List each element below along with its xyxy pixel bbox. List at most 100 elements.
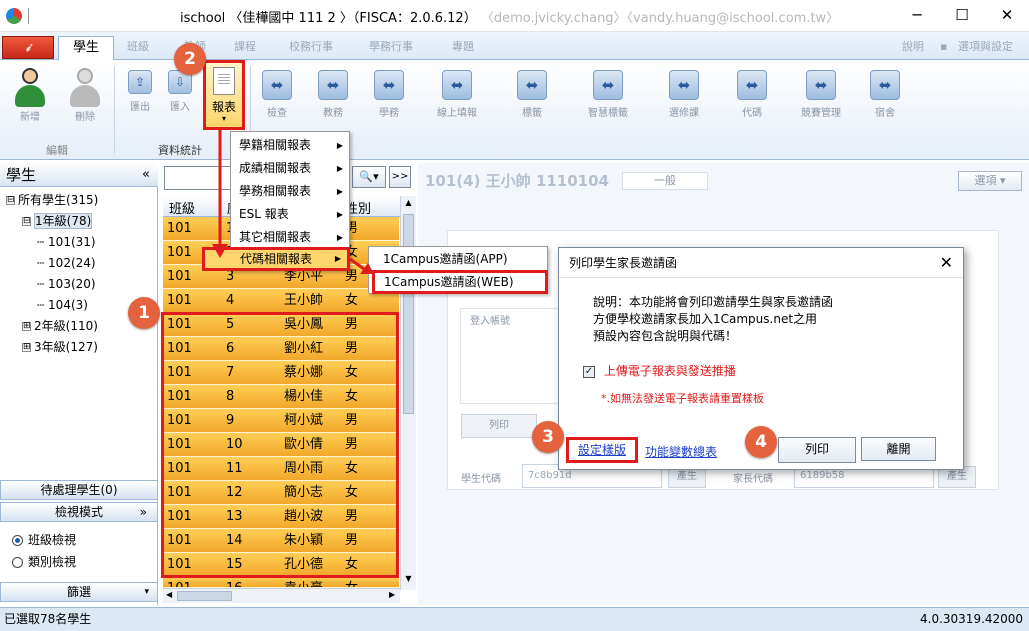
tab-course[interactable]: 課程	[228, 36, 262, 60]
table-row[interactable]: 101 4 王小帥 女	[163, 289, 399, 313]
options-link[interactable]: 選項與設定	[952, 36, 1019, 60]
group-label-edit: 編輯	[46, 144, 68, 157]
view-mode-label: 檢視模式	[54, 505, 103, 519]
upload-checkbox-label: 上傳電子報表與發送推播	[603, 364, 736, 378]
tag-button[interactable]: ⬌ 標籤	[502, 66, 562, 138]
collapse-icon[interactable]: ⊟	[22, 217, 31, 226]
online-fill-button[interactable]: ⬌ 線上填報	[422, 66, 492, 138]
pending-students-button[interactable]: 待處理學生(0)	[0, 480, 158, 500]
scroll-left-icon[interactable]: ◀	[166, 590, 172, 599]
tree-node-label: 103(20)	[48, 277, 96, 291]
tab-student[interactable]: 學生	[58, 36, 115, 60]
print-button[interactable]: 列印	[778, 437, 856, 463]
field-variables-link[interactable]: 功能變數總表	[645, 443, 717, 460]
upload-checkbox[interactable]: ✓ 上傳電子報表與發送推播	[583, 362, 736, 379]
filter-label: 篩選	[66, 585, 91, 599]
login-account-label: 登入帳號	[470, 316, 510, 327]
hscroll-thumb[interactable]	[177, 591, 232, 601]
tab-student-affairs[interactable]: 學務行事	[363, 36, 419, 60]
checkbox-checked-icon: ✓	[583, 365, 595, 378]
col-class[interactable]: 班級	[169, 198, 195, 217]
field-variables-label: 功能變數總表	[645, 445, 718, 459]
view-mode-header[interactable]: 檢視模式 »	[0, 502, 158, 522]
scroll-up-icon[interactable]: ▲	[403, 198, 414, 210]
dialog-desc-line1: 說明：本功能將會列印邀請學生與家長邀請函	[593, 295, 834, 309]
tab-project[interactable]: 專題	[446, 36, 480, 60]
expand-icon[interactable]: ⊞	[22, 343, 31, 352]
set-template-link[interactable]: 設定樣版	[566, 437, 638, 463]
radio-class-view[interactable]: 班級檢視	[12, 531, 76, 548]
cell-class: 101	[167, 221, 192, 236]
elective-label: 選修課	[669, 108, 699, 119]
close-window-button[interactable]: ✕	[985, 2, 1029, 28]
detail-tab-general[interactable]: 一般	[622, 172, 708, 190]
maximize-button[interactable]: ☐	[940, 2, 984, 28]
report-document-icon	[213, 67, 235, 95]
expand-icon[interactable]: ⊞	[22, 322, 31, 331]
tree-node-grade1[interactable]: ⊟ 1年級(78)	[22, 211, 93, 232]
competition-icon: ⬌	[806, 70, 836, 100]
tree-node-grade3[interactable]: ⊞ 3年級(127)	[22, 337, 98, 358]
tree-node-all[interactable]: ⊟ 所有學生(315)	[6, 190, 98, 211]
tab-school-events[interactable]: 校務行事	[283, 36, 339, 60]
report-label: 報表	[211, 100, 236, 114]
collapse-icon[interactable]: ⊟	[6, 196, 15, 205]
academic-icon: ⬌	[318, 70, 348, 100]
cell-seat: 4	[226, 293, 235, 308]
list-horizontal-scrollbar[interactable]: ◀ ▶	[163, 588, 400, 603]
help-link[interactable]: 說明	[896, 36, 930, 60]
tab-class[interactable]: 班級	[121, 36, 155, 60]
code-label: 代碼	[742, 108, 762, 119]
student-panel-title: 學生	[6, 166, 37, 184]
competition-button[interactable]: ⬌ 競賽管理	[788, 66, 854, 138]
elective-icon: ⬌	[669, 70, 699, 100]
tree-node-label: 104(3)	[48, 298, 88, 312]
radio-class-label: 班級檢視	[28, 533, 77, 547]
scroll-down-icon[interactable]: ▼	[403, 574, 414, 586]
delete-student-button[interactable]: 刪除	[62, 66, 108, 138]
affairs-icon: ⬌	[374, 70, 404, 100]
tree-node-102[interactable]: ┄ 102(24)	[37, 253, 96, 274]
smart-tag-button[interactable]: ⬌ 智慧標籤	[570, 66, 646, 138]
dialog-close-icon[interactable]: ✕	[940, 248, 953, 278]
step-badge-1: 1	[128, 297, 160, 329]
add-student-label: 新增	[20, 112, 40, 123]
dialog-desc-line2: 方便學校邀請家長加入1Campus.net之用	[593, 312, 818, 326]
radio-category-view[interactable]: 類別檢視	[12, 553, 76, 570]
code-icon: ⬌	[737, 70, 767, 100]
reset-warning: *.如無法發送電子報表請重置樣板	[601, 392, 764, 405]
submenu-item-web[interactable]: 1Campus邀請函(WEB)	[372, 270, 548, 294]
import-button[interactable]: ⇩ 匯入	[160, 66, 200, 138]
expand-list-button[interactable]: >>	[389, 166, 411, 188]
filter-button[interactable]: 篩選 ▾	[0, 582, 158, 602]
cell-name: 王小帥	[284, 293, 324, 308]
add-person-icon	[12, 68, 48, 108]
tree-node-label: 所有學生(315)	[18, 193, 99, 207]
tree-node-label: 2年級(110)	[34, 319, 98, 333]
scroll-thumb[interactable]	[403, 214, 414, 414]
dorm-button[interactable]: ⬌ 宿舍	[860, 66, 910, 138]
tree-node-grade2[interactable]: ⊞ 2年級(110)	[22, 316, 98, 337]
collapse-panel-button[interactable]: «	[142, 163, 150, 187]
detail-print-button[interactable]: 列印	[461, 414, 537, 438]
tree-node-103[interactable]: ┄ 103(20)	[37, 274, 96, 295]
delete-person-icon	[67, 68, 103, 108]
add-student-button[interactable]: 新增	[7, 66, 53, 138]
minimize-button[interactable]: ─	[895, 2, 939, 28]
smart-tag-label: 智慧標籤	[588, 108, 628, 119]
status-version: 4.0.30319.42000	[920, 612, 1024, 626]
status-selected-count: 已選取78名學生	[4, 612, 92, 626]
export-button[interactable]: ⇪ 匯出	[120, 66, 160, 138]
tree-node-101[interactable]: ┄ 101(31)	[37, 232, 96, 253]
tree-node-104[interactable]: ┄ 104(3)	[37, 295, 88, 316]
code-button[interactable]: ⬌ 代碼	[722, 66, 782, 138]
dialog-title: 列印學生家長邀請函	[569, 256, 678, 270]
leave-button[interactable]: 離開	[861, 437, 936, 461]
table-row[interactable]: 101 16 袁小豪 女	[163, 577, 399, 588]
detail-options-button[interactable]: 選項 ▾	[958, 171, 1022, 191]
submenu-item-app[interactable]: 1Campus邀請函(APP)	[383, 250, 508, 267]
scroll-right-icon[interactable]: ▶	[389, 590, 395, 599]
elective-button[interactable]: ⬌ 選修課	[654, 66, 714, 138]
step-badge-4: 4	[745, 426, 777, 458]
app-menu-button[interactable]: 𝒾	[2, 36, 54, 59]
